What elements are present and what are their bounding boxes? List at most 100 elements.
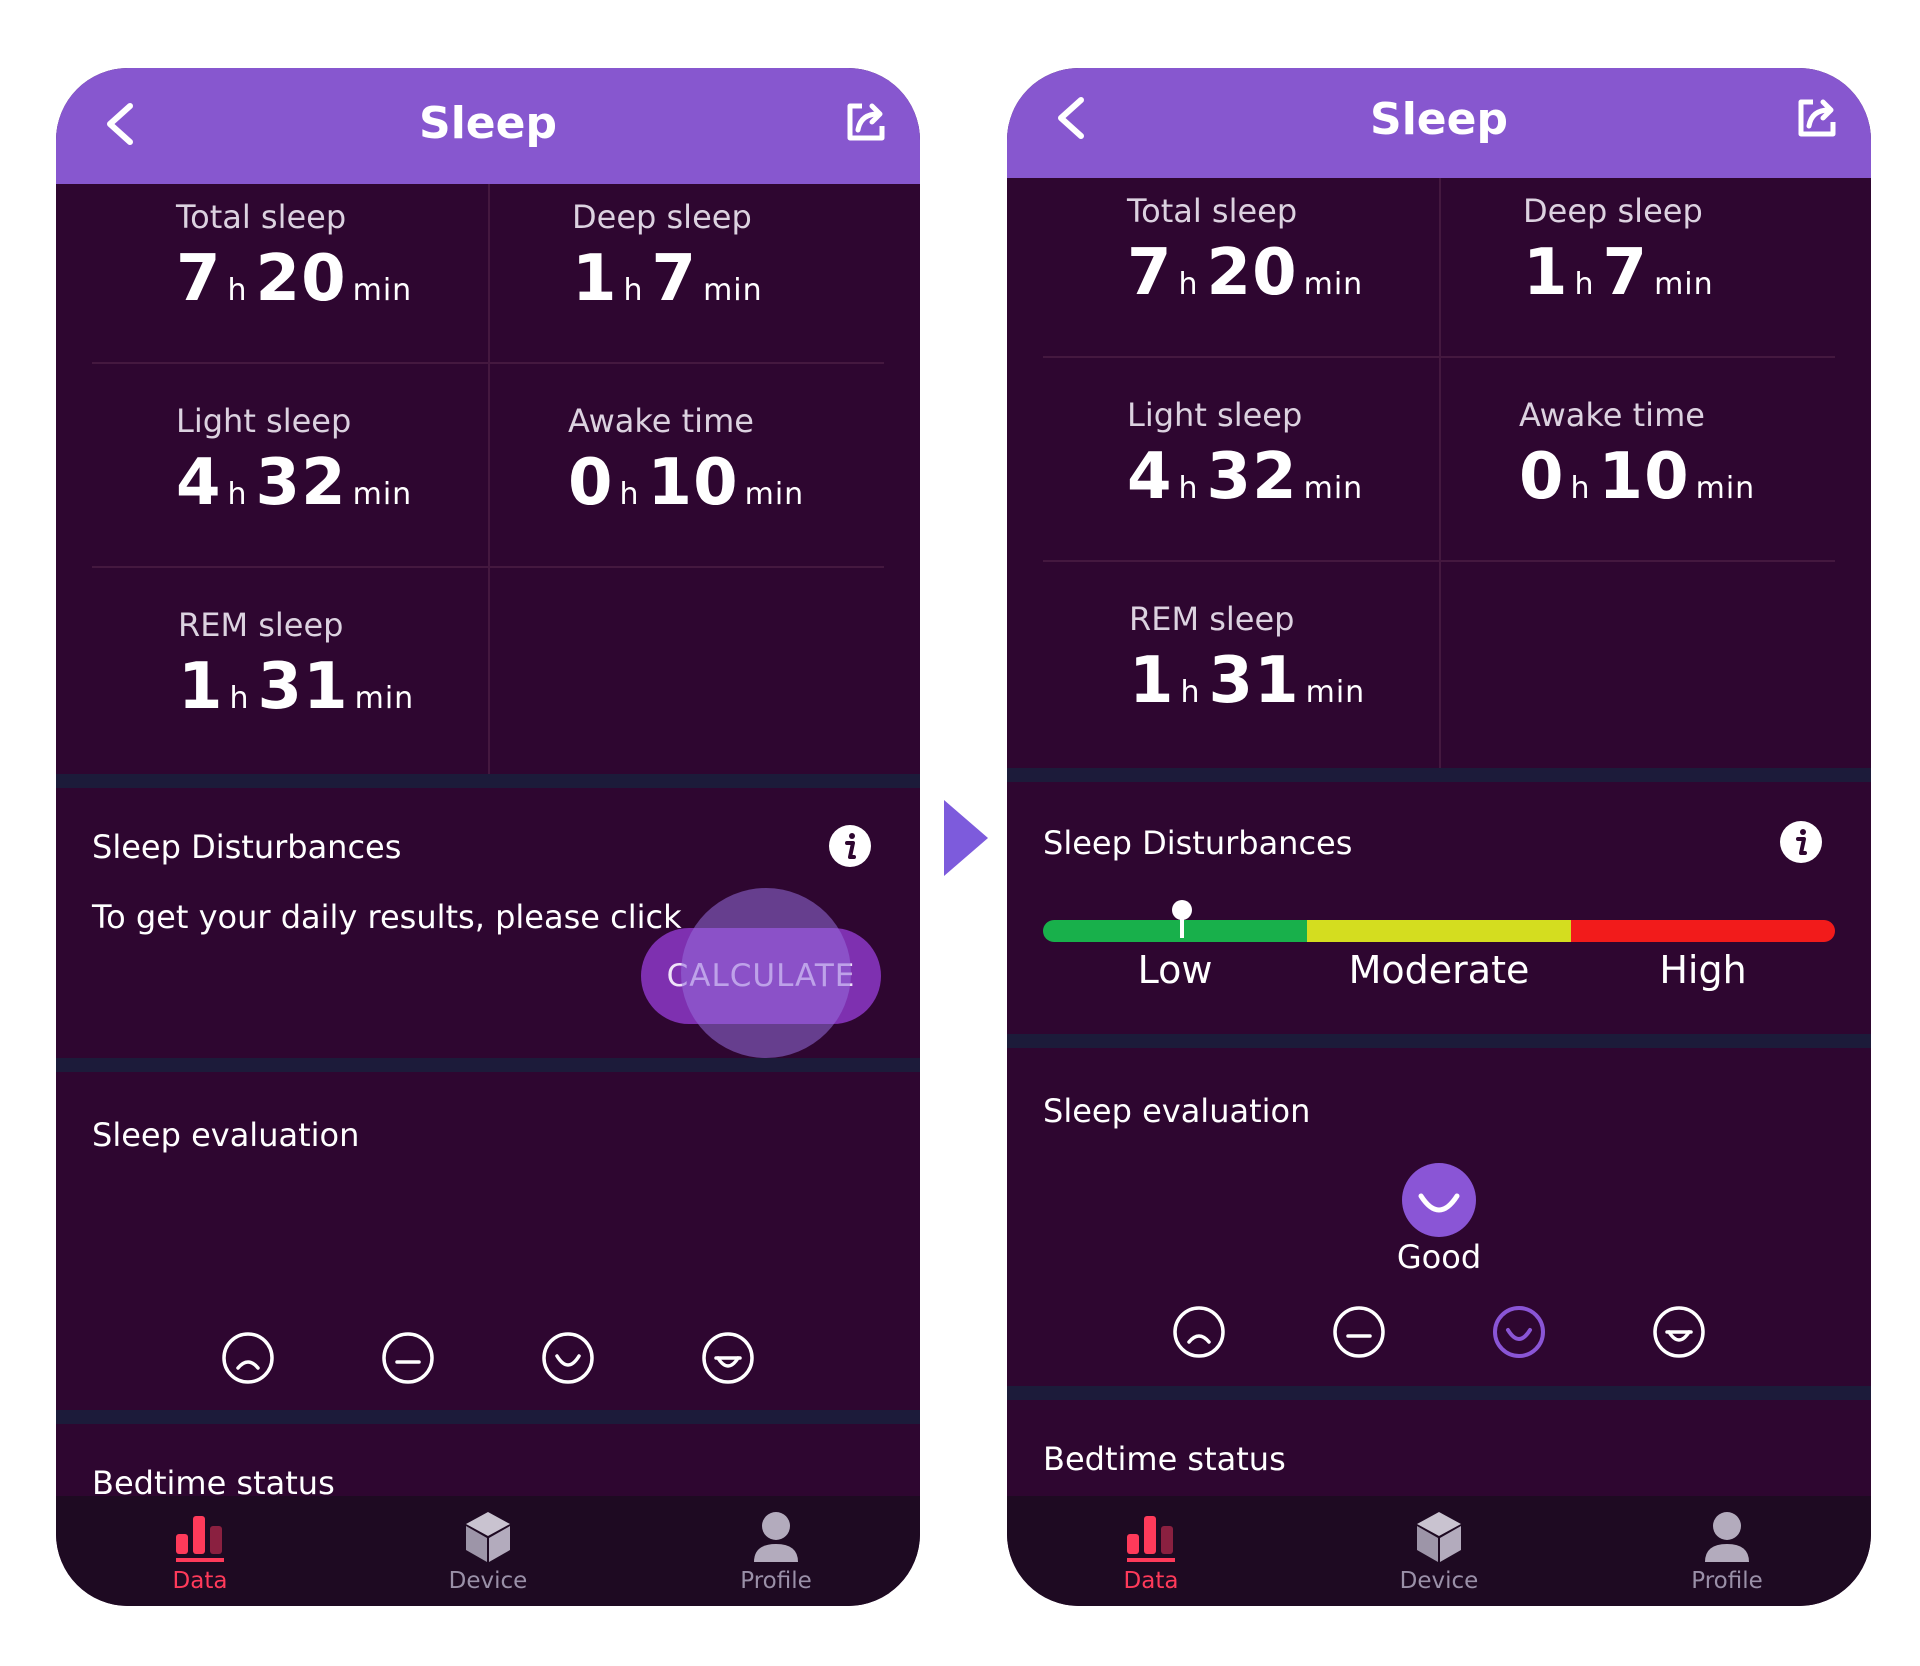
disturbance-level-bar xyxy=(1043,920,1835,942)
hours-value: 1 xyxy=(1523,236,1569,310)
stat-rem-sleep: REM sleep 1 h 31 min xyxy=(178,606,538,724)
tab-label: Data xyxy=(1123,1568,1179,1594)
stat-total-sleep: Total sleep 7 h 20 min xyxy=(1127,192,1487,310)
stat-label: REM sleep xyxy=(1129,600,1295,638)
hours-unit: h xyxy=(623,273,644,308)
divider xyxy=(92,566,884,568)
hours-value: 7 xyxy=(1127,236,1173,310)
minutes-value: 32 xyxy=(255,446,347,520)
stat-value: 1 h 31 min xyxy=(1129,644,1489,718)
stat-value: 1 h 7 min xyxy=(572,242,920,316)
info-icon[interactable] xyxy=(1779,820,1823,864)
minutes-value: 20 xyxy=(1206,236,1298,310)
minutes-value: 10 xyxy=(647,446,739,520)
minutes-unit: min xyxy=(703,273,763,308)
sleep-evaluation-title: Sleep evaluation xyxy=(1043,1092,1311,1130)
bar-chart-icon xyxy=(176,1516,224,1562)
tab-label: Data xyxy=(172,1568,228,1594)
minutes-unit: min xyxy=(1305,675,1366,710)
neutral-face-icon[interactable] xyxy=(380,1330,436,1386)
tab-label: Profile xyxy=(740,1568,812,1594)
sleep-evaluation-title: Sleep evaluation xyxy=(92,1116,360,1154)
evaluation-result: Good xyxy=(1396,1238,1482,1276)
stat-value: 1 h 31 min xyxy=(178,650,538,724)
sad-face-icon[interactable] xyxy=(220,1330,276,1386)
stat-value: 7 h 20 min xyxy=(176,242,536,316)
hours-unit: h xyxy=(227,273,248,308)
share-icon[interactable] xyxy=(842,98,890,146)
bedtime-status-title: Bedtime status xyxy=(1043,1440,1286,1478)
page-title: Sleep xyxy=(1370,94,1508,145)
tab-bar: Data Device Profile xyxy=(1007,1496,1871,1606)
hours-value: 0 xyxy=(568,446,614,520)
hours-value: 4 xyxy=(1127,440,1173,514)
hours-unit: h xyxy=(227,477,248,512)
minutes-value: 20 xyxy=(255,242,347,316)
hours-unit: h xyxy=(1570,471,1591,506)
tab-label: Device xyxy=(448,1568,528,1594)
hours-value: 1 xyxy=(178,650,224,724)
section-divider xyxy=(56,774,920,788)
header: Sleep xyxy=(1007,68,1871,178)
hours-value: 1 xyxy=(1129,644,1175,718)
sad-face-icon[interactable] xyxy=(1171,1304,1227,1360)
section-divider xyxy=(1007,768,1871,782)
cube-icon xyxy=(466,1512,510,1562)
hours-unit: h xyxy=(1178,471,1199,506)
hours-unit: h xyxy=(1180,675,1201,710)
person-icon xyxy=(1705,1512,1749,1562)
stat-total-sleep: Total sleep 7 h 20 min xyxy=(176,198,536,316)
phone-before: Sleep Total sleep 7 h 20 min Deep sleep 1h7… xyxy=(56,68,920,1606)
phone-after: Sleep Total sleep 7 h 20 min Deep sleep 1h7… xyxy=(1007,68,1871,1606)
hours-value: 7 xyxy=(176,242,222,316)
section-divider xyxy=(56,1410,920,1424)
divider xyxy=(92,362,884,364)
stats-grid: Total sleep 7 h 20 min Deep sleep 1 h 7 min Li… xyxy=(56,184,920,794)
stat-deep-sleep: Deep sleep 1 h 7 min xyxy=(572,198,920,316)
stat-awake-time: Awake time 0 h 10 min xyxy=(1519,396,1871,514)
stat-value: 1 h 7 min xyxy=(1523,236,1871,310)
minutes-unit: min xyxy=(354,681,415,716)
stats-grid: Total sleep 7 h 20 min Deep sleep 1 h 7 min Li… xyxy=(1007,178,1871,788)
tab-profile[interactable]: Profile xyxy=(1627,1508,1827,1594)
tab-label: Device xyxy=(1399,1568,1479,1594)
share-icon[interactable] xyxy=(1793,94,1841,142)
stat-value: 0 h 10 min xyxy=(568,446,920,520)
stat-label: Awake time xyxy=(568,402,754,440)
level-moderate-label: Moderate xyxy=(1348,948,1530,992)
smile-face-icon[interactable] xyxy=(540,1330,596,1386)
stat-value: 7 h 20 min xyxy=(1127,236,1487,310)
calculate-button[interactable]: CALCULATE xyxy=(641,928,881,1024)
neutral-face-icon[interactable] xyxy=(1331,1304,1387,1360)
tab-data[interactable]: Data xyxy=(100,1508,300,1594)
info-icon[interactable] xyxy=(828,824,872,868)
stat-light-sleep: Light sleep 4 h 32 min xyxy=(176,402,536,520)
hours-value: 4 xyxy=(176,446,222,520)
stat-label: Light sleep xyxy=(1127,396,1303,434)
level-moderate-segment xyxy=(1307,920,1571,942)
tab-device[interactable]: Device xyxy=(1339,1508,1539,1594)
tab-data[interactable]: Data xyxy=(1051,1508,1251,1594)
grin-face-icon[interactable] xyxy=(700,1330,756,1386)
stat-light-sleep: Light sleep 4 h 32 min xyxy=(1127,396,1487,514)
sleep-disturbances-title: Sleep Disturbances xyxy=(1043,824,1353,862)
transition-arrow-icon xyxy=(944,800,988,876)
minutes-unit: min xyxy=(352,273,413,308)
level-marker-icon xyxy=(1172,900,1192,938)
stat-awake-time: Awake time 0 h 10 min xyxy=(568,402,920,520)
smile-face-icon-selected[interactable] xyxy=(1491,1304,1547,1360)
header: Sleep xyxy=(56,68,920,184)
stat-value: 4 h 32 min xyxy=(1127,440,1487,514)
minutes-unit: min xyxy=(1303,267,1364,302)
tab-profile[interactable]: Profile xyxy=(676,1508,876,1594)
sleep-disturbances-title: Sleep Disturbances xyxy=(92,828,402,866)
stat-value: 0 h 10 min xyxy=(1519,440,1871,514)
minutes-unit: min xyxy=(1303,471,1364,506)
minutes-unit: min xyxy=(744,477,805,512)
stat-label: REM sleep xyxy=(178,606,344,644)
stat-value: 4 h 32 min xyxy=(176,446,536,520)
grin-face-icon[interactable] xyxy=(1651,1304,1707,1360)
tab-device[interactable]: Device xyxy=(388,1508,588,1594)
stat-label: Deep sleep xyxy=(572,198,752,236)
level-low-label: Low xyxy=(1137,948,1213,992)
